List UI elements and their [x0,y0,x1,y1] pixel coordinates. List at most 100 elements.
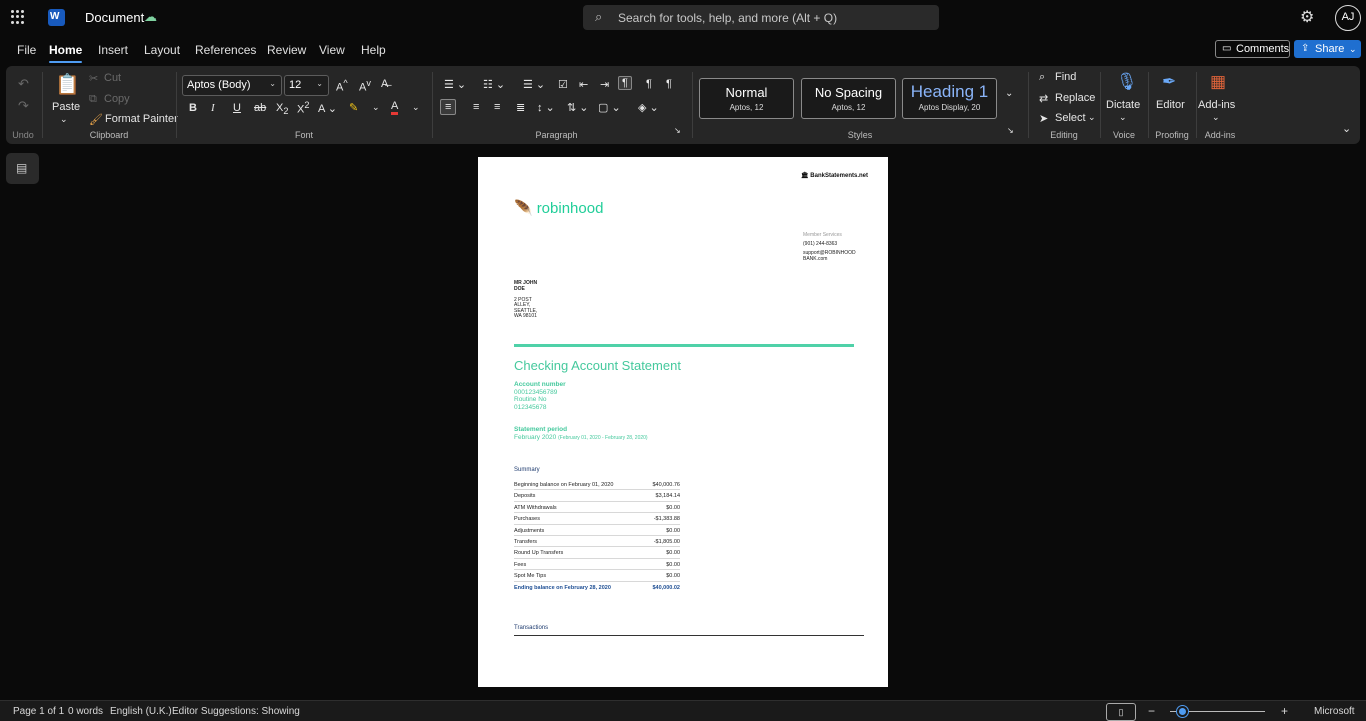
comments-button[interactable]: ▭ Comments [1215,40,1290,58]
align-left-icon[interactable]: ≡ [440,99,457,115]
cut-button[interactable]: Cut [104,72,121,84]
style-name: No Spacing [814,85,883,100]
strikethrough-icon[interactable]: ab [254,102,266,114]
clipboard-group: 📋 Paste ⌄ ✂ Cut ⧉ Copy 🖌 Format Painter … [44,66,178,144]
style-no-spacing[interactable]: No Spacing Aptos, 12 [801,78,896,119]
tab-references[interactable]: References [195,43,256,57]
increase-indent-icon[interactable]: ⇥ [600,78,609,91]
chevron-down-icon[interactable]: ⌄ [412,102,420,113]
document-title[interactable]: Document [85,10,144,25]
underline-icon[interactable]: U [233,102,241,114]
paragraph-spacing-icon[interactable]: ⇅ ⌄ [567,101,589,114]
align-center-icon[interactable]: ≡ [473,101,479,113]
cloud-saved-icon[interactable]: ☁ [144,9,157,25]
undo-icon[interactable]: ↶ [18,76,29,92]
search-box[interactable]: ⌕ Search for tools, help, and more (Alt … [583,5,939,30]
find-icon: ⌕ [1039,71,1046,83]
tab-help[interactable]: Help [361,43,386,57]
app-launcher-icon[interactable] [11,10,25,24]
user-avatar[interactable]: AJ [1335,5,1361,31]
subscript-icon[interactable]: X2 [276,102,288,116]
zoom-out-button[interactable]: − [1148,704,1155,718]
print-layout-view-button[interactable]: ▯ [1106,703,1136,721]
chevron-down-icon[interactable]: ⌄ [372,102,380,113]
shrink-font-icon[interactable]: Av [359,78,371,94]
tab-review[interactable]: Review [267,43,306,57]
settings-gear-icon[interactable]: ⚙ [1300,7,1314,27]
style-sub: Aptos, 12 [831,103,866,112]
share-button[interactable]: ⇪ Share ⌄ [1294,40,1361,58]
ltr-paragraph-icon[interactable]: ¶ [618,76,632,90]
document-page[interactable]: 🏛 BankStatements.net 🪶 robinhood Member S… [478,157,888,687]
microsoft-feedback-link[interactable]: Microsoft [1314,706,1355,717]
tab-layout[interactable]: Layout [144,43,180,57]
member-email: support@ROBINHOOD BANK.com [803,250,856,262]
zoom-in-button[interactable]: + [1281,704,1288,718]
borders-icon[interactable]: ▢ ⌄ [598,101,621,114]
dictate-button[interactable]: Dictate [1106,99,1140,111]
style-heading-1[interactable]: Heading 1 Aptos Display, 20 [902,78,997,119]
undo-group-label: Undo [12,130,34,140]
editor-suggestions-status[interactable]: Editor Suggestions: Showing [172,706,300,717]
highlight-icon[interactable]: ✎ [349,101,358,114]
copy-button[interactable]: Copy [104,93,130,105]
navigation-pane-button[interactable]: ▤ [6,153,39,184]
page-count[interactable]: Page 1 of 1 [13,706,64,717]
font-name-select[interactable]: Aptos (Body) ⌄ [182,75,282,96]
editor-button[interactable]: Editor [1156,99,1185,111]
copy-icon: ⧉ [89,93,97,105]
voice-group: 🎙 Dictate ⌄ Voice [1102,66,1146,144]
chevron-down-icon[interactable]: ⌄ [1119,112,1127,123]
ribbon-collapse-chevron-icon[interactable]: ⌄ [1342,122,1351,135]
clear-formatting-icon[interactable]: A̶ [381,78,388,90]
word-count[interactable]: 0 words [68,706,103,717]
grow-font-icon[interactable]: A^ [336,78,348,94]
tab-home[interactable]: Home [49,43,83,63]
table-row: Deposits $3,184.14 [514,490,680,502]
language-status[interactable]: English (U.K.) [110,706,172,717]
paste-icon[interactable]: 📋 [55,72,80,97]
chevron-down-icon[interactable]: ⌄ [1212,112,1220,123]
chevron-down-icon[interactable]: ⌄ [60,114,68,125]
decrease-indent-icon[interactable]: ⇤ [579,78,588,91]
show-marks-icon[interactable]: ¶ [666,78,672,90]
style-normal[interactable]: Normal Aptos, 12 [699,78,794,119]
page-view-icon: ▯ [1118,707,1124,717]
addins-button[interactable]: Add-ins [1198,99,1235,111]
redo-icon[interactable]: ↷ [18,98,29,114]
replace-button[interactable]: Replace [1055,92,1095,104]
chevron-down-icon[interactable]: ⌄ [1088,112,1096,123]
tab-insert[interactable]: Insert [98,43,128,57]
format-painter-button[interactable]: Format Painter [105,113,178,125]
numbering-icon[interactable]: ☷ ⌄ [483,78,505,91]
select-button[interactable]: Select [1055,112,1086,124]
text-effects-icon[interactable]: A ⌄ [318,102,337,115]
find-button[interactable]: Find [1055,71,1076,83]
row-value: $40,000.76 [652,482,680,488]
voice-group-label: Voice [1112,130,1136,140]
rtl-paragraph-icon[interactable]: ¶ [646,78,652,90]
line-spacing-icon[interactable]: ↕ ⌄ [537,101,555,114]
period-month: February 2020 [514,433,557,441]
paste-button[interactable]: Paste [52,101,80,113]
bold-icon[interactable]: B [189,102,197,114]
font-size-select[interactable]: 12 ⌄ [284,75,329,96]
superscript-icon[interactable]: X2 [297,100,309,116]
microphone-icon[interactable]: 🎙 [1116,72,1138,92]
tab-view[interactable]: View [319,43,345,57]
font-color-icon[interactable]: A [391,101,399,115]
bullets-icon[interactable]: ☰ ⌄ [444,78,466,91]
search-icon: ⌕ [595,9,603,24]
addins-grid-icon[interactable]: ▦ [1210,72,1226,92]
justify-icon[interactable]: ≣ [516,101,525,114]
italic-icon[interactable]: I [211,102,215,114]
styles-gallery-chevron-icon[interactable]: ⌄ [1005,88,1013,99]
checklist-icon[interactable]: ☑ [558,78,568,91]
editor-pen-icon[interactable]: ✒ [1162,72,1176,92]
zoom-slider-handle[interactable] [1177,706,1188,717]
shading-icon[interactable]: ◈ ⌄ [638,101,659,114]
align-right-icon[interactable]: ≡ [494,101,500,113]
feather-icon: 🪶 [514,200,533,217]
multilevel-list-icon[interactable]: ☰ ⌄ [523,78,545,91]
tab-file[interactable]: File [17,43,36,57]
